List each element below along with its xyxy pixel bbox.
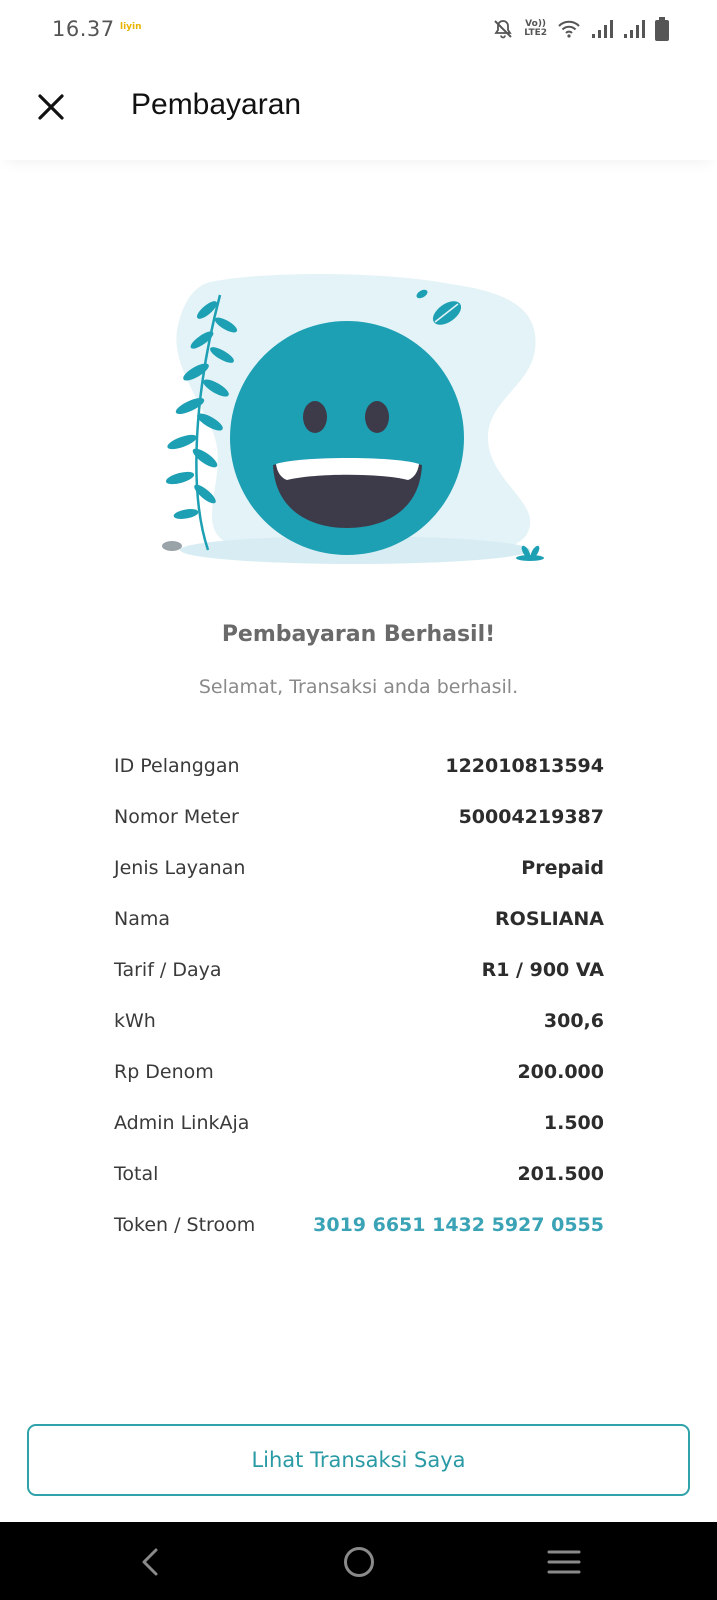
detail-row-kwh: kWh 300,6 <box>114 995 604 1046</box>
detail-value: 201.500 <box>517 1162 604 1185</box>
recent-apps-button[interactable] <box>542 1540 586 1584</box>
detail-row-service-type: Jenis Layanan Prepaid <box>114 842 604 893</box>
token-value[interactable]: 3019 6651 1432 5927 0555 <box>313 1214 604 1236</box>
detail-value: 1.500 <box>543 1111 604 1134</box>
back-button[interactable] <box>128 1540 172 1584</box>
detail-label: Jenis Layanan <box>114 856 246 879</box>
success-subtitle: Selamat, Transaksi anda berhasil. <box>198 676 519 698</box>
detail-label: Rp Denom <box>114 1060 214 1083</box>
success-title: Pembayaran Berhasil! <box>221 622 496 647</box>
detail-row-admin-fee: Admin LinkAja 1.500 <box>114 1097 604 1148</box>
detail-value: 200.000 <box>517 1060 604 1083</box>
status-bar: 16.37 liyin Vo)) LTE2 <box>0 0 717 60</box>
view-transactions-button[interactable]: Lihat Transaksi Saya <box>27 1424 690 1496</box>
signal-icon-1 <box>591 19 613 39</box>
detail-label: ID Pelanggan <box>114 754 240 777</box>
detail-row-total: Total 201.500 <box>114 1148 604 1199</box>
back-icon <box>142 1548 158 1576</box>
menu-icon <box>547 1550 581 1574</box>
detail-label: kWh <box>114 1009 156 1032</box>
app-notification-icon: liyin <box>120 22 142 32</box>
transaction-details: ID Pelanggan 122010813594 Nomor Meter 50… <box>114 740 604 1250</box>
detail-label: Tarif / Daya <box>114 958 222 981</box>
detail-label: Token / Stroom <box>114 1213 256 1236</box>
detail-label: Total <box>114 1162 159 1185</box>
payment-success-screen: 16.37 liyin Vo)) LTE2 Pembayaran Pembaya… <box>0 0 717 1600</box>
detail-value: 122010813594 <box>445 754 604 777</box>
detail-row-customer-id: ID Pelanggan 122010813594 <box>114 740 604 791</box>
detail-row-tariff: Tarif / Daya R1 / 900 VA <box>114 944 604 995</box>
rock-icon <box>162 541 182 551</box>
detail-row-meter-number: Nomor Meter 50004219387 <box>114 791 604 842</box>
battery-icon <box>655 17 669 41</box>
home-icon <box>344 1547 374 1577</box>
detail-value: 50004219387 <box>458 805 604 828</box>
close-icon <box>38 94 64 120</box>
status-time: 16.37 <box>52 17 115 41</box>
detail-label: Nama <box>114 907 171 930</box>
detail-value: R1 / 900 VA <box>481 958 604 981</box>
detail-label: Admin LinkAja <box>114 1111 250 1134</box>
detail-label: Nomor Meter <box>114 805 239 828</box>
signal-icon-2 <box>623 19 645 39</box>
mute-icon <box>492 18 514 40</box>
detail-row-denom: Rp Denom 200.000 <box>114 1046 604 1097</box>
page-title: Pembayaran <box>131 88 302 121</box>
detail-value: ROSLIANA <box>495 907 604 930</box>
navigation-bar <box>0 1522 717 1600</box>
detail-row-token: Token / Stroom 3019 6651 1432 5927 0555 <box>114 1199 604 1250</box>
home-button[interactable] <box>337 1540 381 1584</box>
status-icons: Vo)) LTE2 <box>492 16 669 42</box>
smiley-face-icon <box>230 321 464 555</box>
detail-value: Prepaid <box>521 856 604 879</box>
detail-value: 300,6 <box>543 1009 604 1032</box>
success-illustration <box>150 270 570 590</box>
wifi-icon <box>557 19 581 39</box>
close-button[interactable] <box>30 86 72 128</box>
volte-icon: Vo)) LTE2 <box>524 19 547 38</box>
detail-row-name: Nama ROSLIANA <box>114 893 604 944</box>
app-header: Pembayaran <box>0 60 717 160</box>
